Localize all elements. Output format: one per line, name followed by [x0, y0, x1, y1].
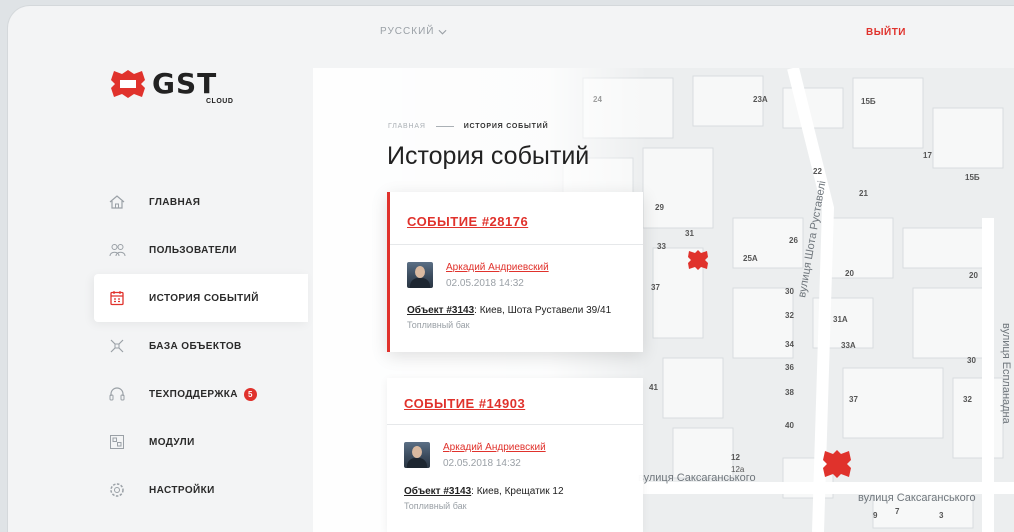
svg-text:30: 30	[967, 356, 976, 365]
sidebar-item-support[interactable]: ТЕХПОДДЕРЖКА 5	[94, 370, 308, 418]
calendar-icon	[110, 291, 124, 306]
breadcrumb: ГЛАВНАЯ ИСТОРИЯ СОБЫТИЙ	[388, 123, 548, 130]
sidebar-item-users[interactable]: ПОЛЬЗОВАТЕЛИ	[94, 226, 308, 274]
sidebar-item-home[interactable]: ГЛАВНАЯ	[94, 178, 308, 226]
event-object: Объект #3143: Киев, Крещатик 12	[404, 486, 564, 497]
svg-text:31А: 31А	[833, 315, 848, 324]
svg-text:20: 20	[969, 271, 978, 280]
avatar	[404, 442, 430, 468]
svg-text:30: 30	[785, 287, 794, 296]
app-window: РУССКИЙ ВЫЙТИ GST CLOUD ГЛАВНАЯ ПОЛЬЗОВА…	[8, 6, 1014, 532]
event-object: Объект #3143: Киев, Шота Руставели 39/41	[407, 305, 611, 316]
sidebar-item-modules[interactable]: МОДУЛИ	[94, 418, 308, 466]
svg-text:37: 37	[849, 395, 858, 404]
divider	[387, 424, 643, 425]
svg-text:23А: 23А	[753, 95, 768, 104]
user-link[interactable]: Аркадий Андриевский	[446, 262, 549, 273]
svg-text:20: 20	[845, 269, 854, 278]
svg-text:31: 31	[685, 229, 694, 238]
event-sensor: Топливный бак	[404, 501, 467, 511]
sidebar-item-label: МОДУЛИ	[149, 436, 195, 448]
svg-text:12: 12	[731, 453, 740, 462]
object-address: : Киев, Шота Руставели 39/41	[474, 305, 612, 316]
sidebar-item-label: ТЕХПОДДЕРЖКА 5	[149, 387, 257, 401]
svg-text:17: 17	[923, 151, 932, 160]
page-title: История событий	[387, 142, 590, 170]
svg-text:33: 33	[657, 242, 666, 251]
user-link[interactable]: Аркадий Андриевский	[443, 442, 546, 453]
language-label: РУССКИЙ	[380, 26, 435, 37]
object-address: : Киев, Крещатик 12	[471, 486, 564, 497]
svg-text:22: 22	[813, 167, 822, 176]
svg-text:32: 32	[963, 395, 972, 404]
event-title-link[interactable]: СОБЫТИЕ #28176	[407, 214, 528, 229]
map-marker[interactable]	[688, 250, 708, 270]
sidebar-item-objects[interactable]: БАЗА ОБЪЕКТОВ	[94, 322, 308, 370]
breadcrumb-separator	[435, 126, 454, 127]
event-title-link[interactable]: СОБЫТИЕ #14903	[404, 396, 525, 411]
event-sensor: Топливный бак	[407, 320, 470, 330]
avatar	[407, 262, 433, 288]
sidebar-item-label: БАЗА ОБЪЕКТОВ	[149, 340, 242, 352]
chevron-down-icon	[438, 29, 447, 35]
main-content: вулиця Шота Руставелі вулиця Саксаганськ…	[313, 68, 1014, 532]
svg-text:7: 7	[895, 507, 900, 516]
support-count-badge: 5	[243, 387, 257, 401]
street-label: вулиця Еспланадна	[1000, 323, 1012, 425]
svg-text:38: 38	[785, 388, 794, 397]
svg-text:33А: 33А	[841, 341, 856, 350]
home-icon	[109, 195, 125, 209]
logo-subtitle: CLOUD	[206, 98, 234, 105]
map-marker[interactable]	[823, 450, 851, 478]
svg-text:9: 9	[873, 511, 878, 520]
headset-icon	[109, 387, 125, 401]
users-icon	[109, 244, 126, 257]
sidebar-item-label: НАСТРОЙКИ	[149, 484, 215, 496]
object-link[interactable]: Объект #3143	[404, 486, 471, 497]
street-label: вулиця Саксаганського	[858, 492, 976, 504]
sidebar-item-label: ПОЛЬЗОВАТЕЛИ	[149, 244, 237, 256]
svg-text:41: 41	[649, 383, 658, 392]
support-label: ТЕХПОДДЕРЖКА	[149, 388, 238, 400]
sidebar-item-event-history[interactable]: ИСТОРИЯ СОБЫТИЙ	[94, 274, 308, 322]
svg-text:34: 34	[785, 340, 794, 349]
svg-text:3: 3	[939, 511, 944, 520]
modules-icon	[110, 435, 124, 449]
sidebar-item-label: ИСТОРИЯ СОБЫТИЙ	[149, 292, 259, 304]
gst-logo-icon	[111, 70, 145, 98]
sidebar-item-label: ГЛАВНАЯ	[149, 196, 201, 208]
svg-text:32: 32	[785, 311, 794, 320]
divider	[390, 244, 643, 245]
event-card[interactable]: СОБЫТИЕ #14903 Аркадий Андриевский 02.05…	[387, 378, 643, 532]
language-selector[interactable]: РУССКИЙ	[380, 26, 447, 37]
svg-text:15Б: 15Б	[861, 97, 876, 106]
event-date: 02.05.2018 14:32	[443, 458, 521, 469]
svg-text:36: 36	[785, 363, 794, 372]
logout-button[interactable]: ВЫЙТИ	[866, 27, 906, 38]
svg-text:21: 21	[859, 189, 868, 198]
svg-text:26: 26	[789, 236, 798, 245]
svg-text:40: 40	[785, 421, 794, 430]
breadcrumb-current: ИСТОРИЯ СОБЫТИЙ	[463, 123, 549, 130]
object-base-icon	[110, 339, 124, 353]
logo[interactable]: GST CLOUD	[108, 67, 233, 105]
svg-text:25А: 25А	[743, 254, 758, 263]
breadcrumb-home[interactable]: ГЛАВНАЯ	[388, 123, 426, 130]
svg-text:37: 37	[651, 283, 660, 292]
sidebar-item-settings[interactable]: НАСТРОЙКИ	[94, 466, 308, 514]
svg-text:12а: 12а	[731, 465, 745, 474]
svg-text:29: 29	[655, 203, 664, 212]
gear-icon	[110, 483, 124, 497]
svg-text:15Б: 15Б	[965, 173, 980, 182]
logo-wordmark: GST	[152, 67, 218, 100]
object-link[interactable]: Объект #3143	[407, 305, 474, 316]
event-card[interactable]: СОБЫТИЕ #28176 Аркадий Андриевский 02.05…	[387, 192, 643, 352]
event-date: 02.05.2018 14:32	[446, 278, 524, 289]
